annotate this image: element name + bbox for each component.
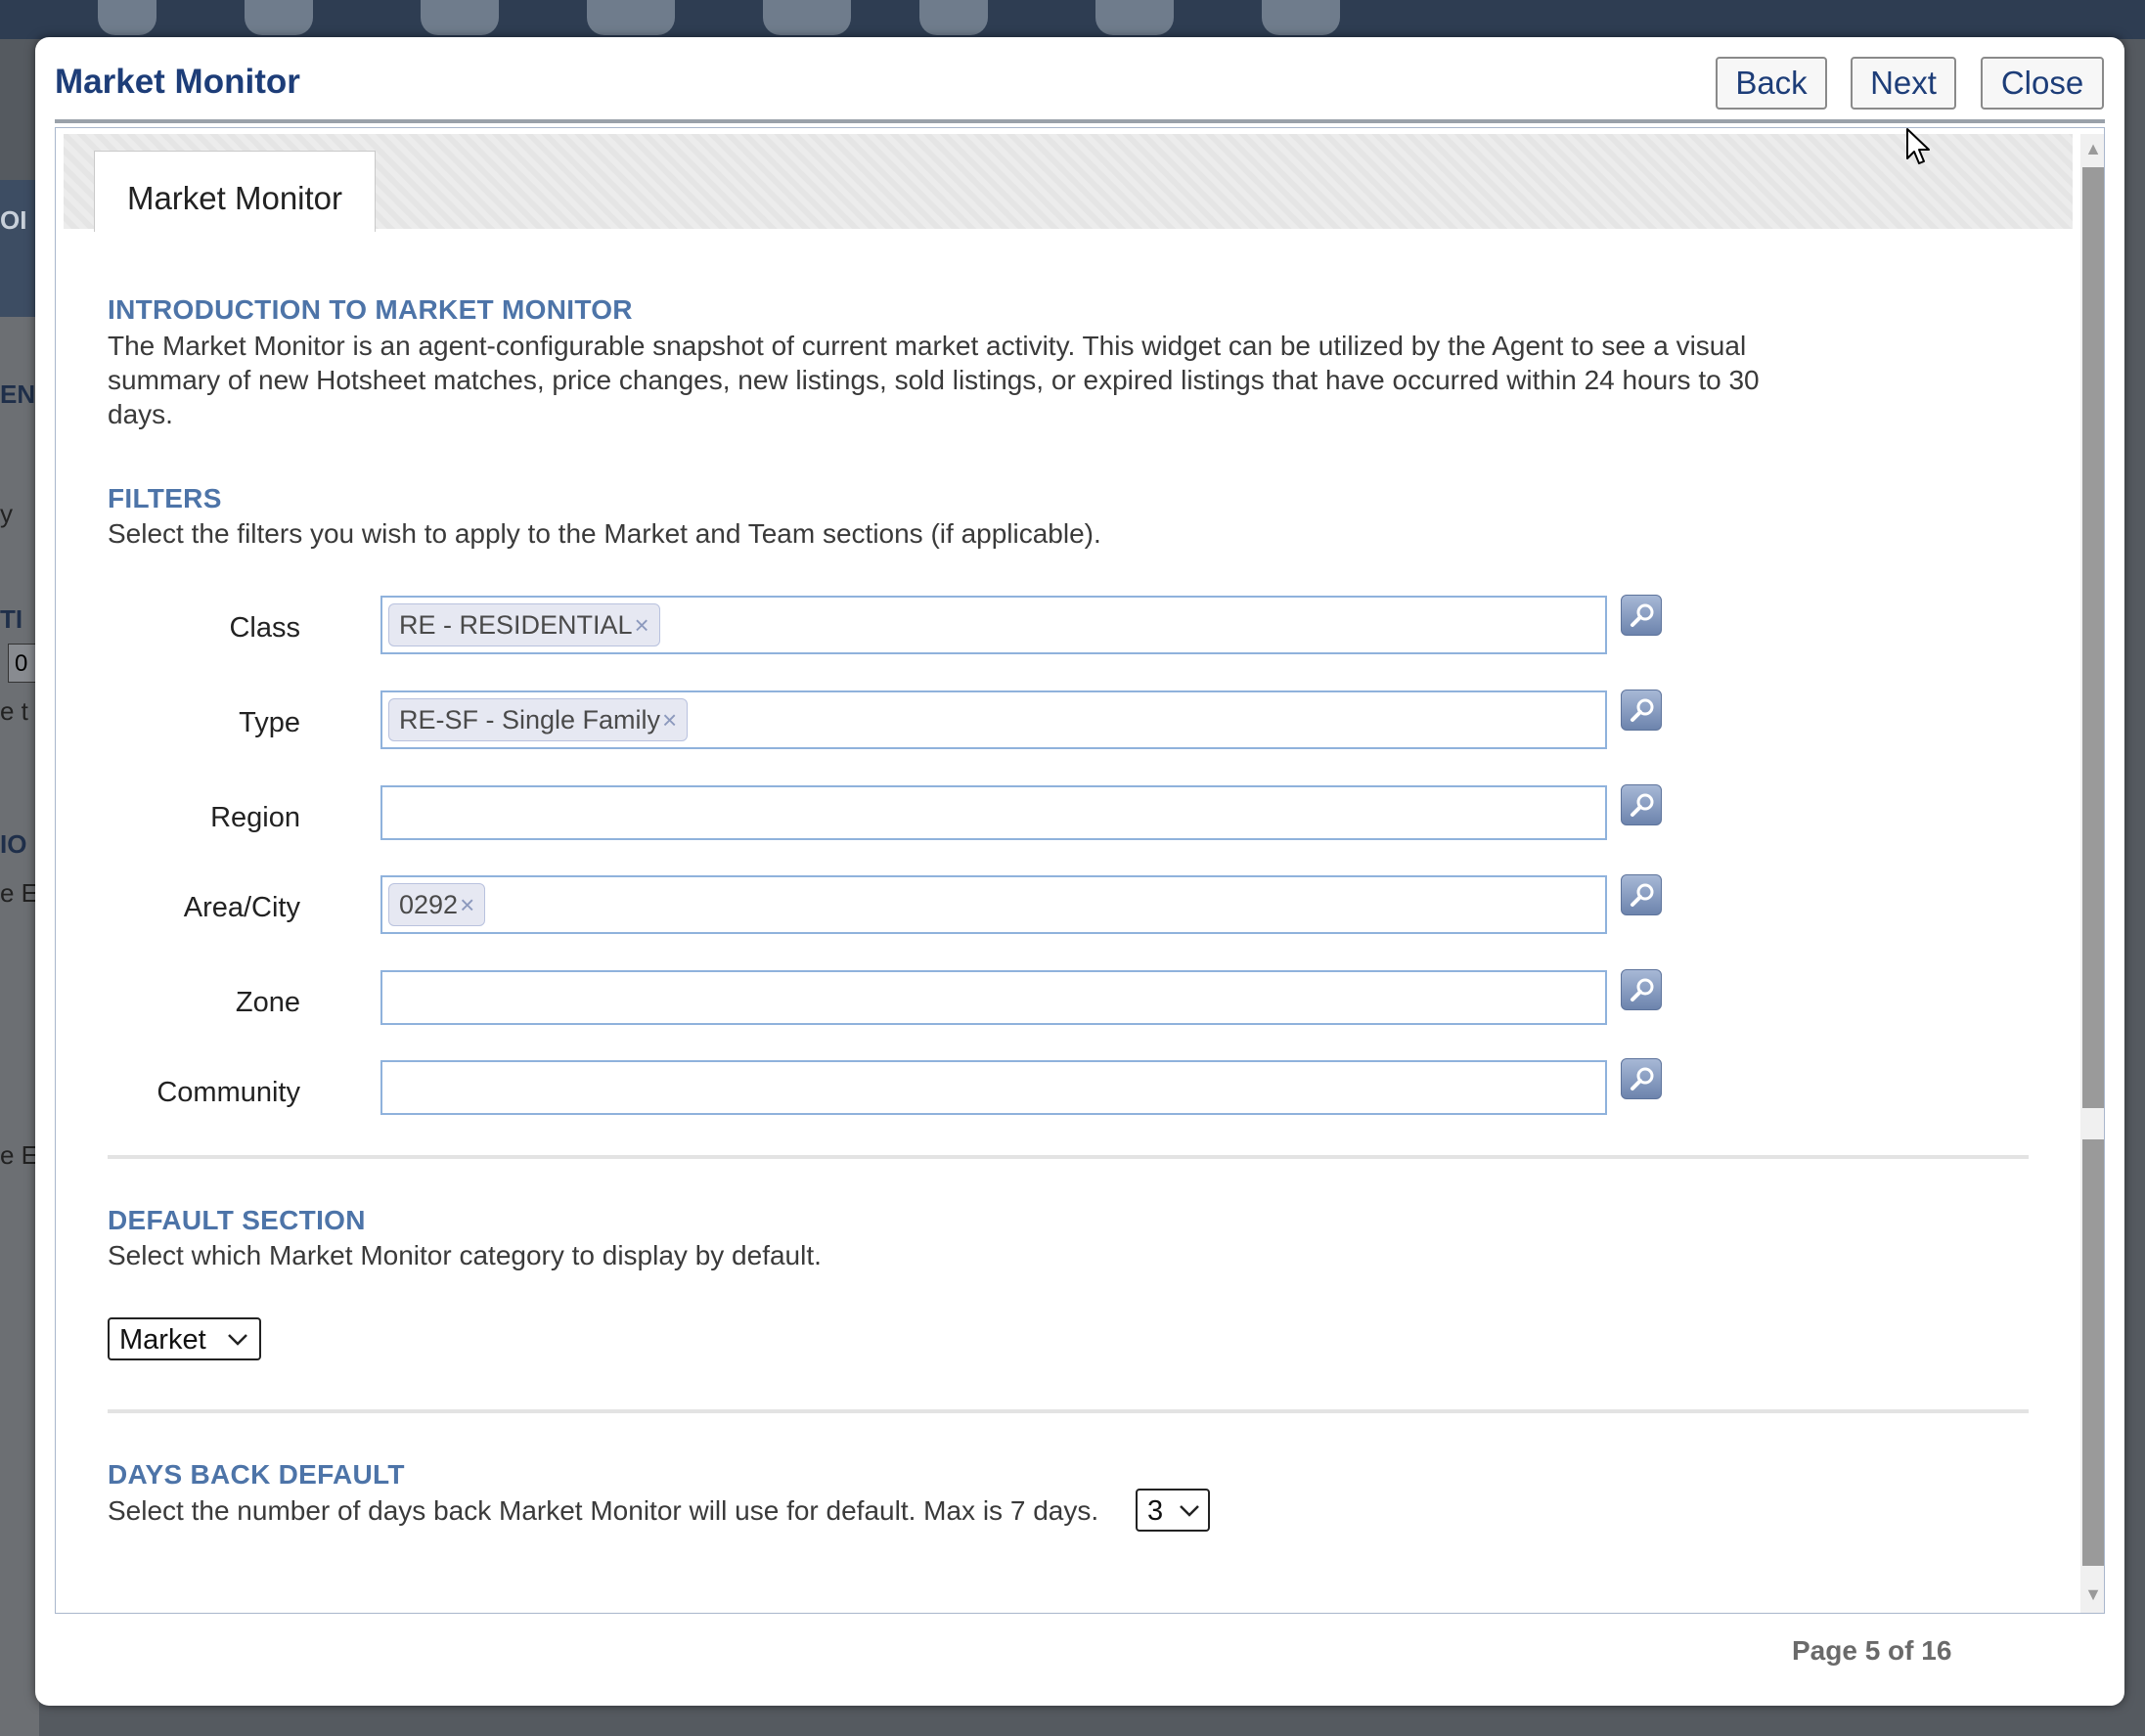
days-back-select[interactable]: 3 — [1136, 1489, 1210, 1532]
region-label: Region — [210, 802, 300, 833]
section-divider — [108, 1155, 2029, 1159]
scrollbar-thumb[interactable] — [2082, 167, 2104, 1566]
region-lookup-button[interactable] — [1621, 784, 1662, 825]
section-divider — [108, 1409, 2029, 1413]
intro-text-line: days. — [108, 399, 173, 429]
background-icon — [919, 0, 988, 35]
class-lookup-button[interactable] — [1621, 595, 1662, 636]
magnifier-icon — [1631, 603, 1654, 627]
background-icon — [421, 0, 499, 35]
background-text: e E — [0, 878, 35, 908]
scroll-down-arrow-icon[interactable]: ▼ — [2082, 1583, 2104, 1605]
close-icon[interactable]: × — [662, 705, 677, 734]
background-input: 0 — [8, 644, 37, 683]
type-label: Type — [239, 707, 300, 738]
class-label: Class — [229, 612, 300, 644]
background-page — [0, 317, 39, 1736]
background-text: e E — [0, 1140, 35, 1170]
default-section-heading: DEFAULT SECTION — [108, 1205, 366, 1235]
zone-label: Zone — [235, 987, 300, 1018]
area-city-lookup-button[interactable] — [1621, 874, 1662, 915]
background-band — [0, 180, 39, 317]
scroll-up-arrow-icon[interactable]: ▲ — [2082, 138, 2104, 159]
chevron-down-icon — [228, 1334, 247, 1346]
intro-text-line: summary of new Hotsheet matches, price c… — [108, 365, 1760, 395]
next-button[interactable]: Next — [1851, 57, 1956, 110]
class-chip: RE - RESIDENTIAL× — [388, 603, 660, 646]
default-section-value: Market — [119, 1324, 206, 1356]
tab-bar: Market Monitor — [64, 134, 2073, 232]
area-city-label: Area/City — [183, 892, 300, 923]
region-input[interactable] — [380, 785, 1607, 840]
magnifier-icon — [1631, 883, 1654, 907]
tab-market-monitor[interactable]: Market Monitor — [94, 151, 376, 232]
type-input[interactable]: RE-SF - Single Family× — [380, 690, 1607, 749]
days-back-description: Select the number of days back Market Mo… — [108, 1495, 1099, 1526]
title-divider — [55, 119, 2105, 123]
intro-heading: INTRODUCTION TO MARKET MONITOR — [108, 294, 633, 325]
days-back-heading: DAYS BACK DEFAULT — [108, 1459, 405, 1490]
background-text: y — [0, 499, 13, 528]
background-text: EN — [0, 379, 35, 409]
chevron-down-icon — [1180, 1505, 1199, 1517]
magnifier-icon — [1631, 1067, 1654, 1091]
close-button[interactable]: Close — [1981, 57, 2104, 110]
chip-text: RE - RESIDENTIAL — [399, 610, 633, 640]
background-text: TI — [0, 604, 23, 634]
background-text: IO — [0, 829, 27, 859]
filters-heading: FILTERS — [108, 483, 222, 513]
magnifier-icon — [1631, 698, 1654, 722]
content-panel: Market Monitor INTRODUCTION TO MARKET MO… — [55, 127, 2105, 1614]
community-input[interactable] — [380, 1060, 1607, 1115]
background-icon — [587, 0, 675, 35]
back-button[interactable]: Back — [1716, 57, 1827, 110]
filters-description: Select the filters you wish to apply to … — [108, 518, 1101, 549]
default-section-description: Select which Market Monitor category to … — [108, 1240, 822, 1270]
days-back-value: 3 — [1147, 1495, 1164, 1527]
page-indicator: Page 5 of 16 — [1792, 1635, 1952, 1666]
scrollbar-gap — [2082, 1108, 2104, 1139]
background-icon — [1095, 0, 1174, 35]
area-city-chip: 0292× — [388, 883, 486, 926]
background-toolbar — [0, 0, 2145, 39]
background-text: OI — [0, 205, 27, 235]
class-input[interactable]: RE - RESIDENTIAL× — [380, 596, 1607, 654]
mouse-pointer-icon — [1906, 128, 1930, 164]
community-label: Community — [156, 1077, 300, 1108]
chip-text: RE-SF - Single Family — [399, 705, 661, 734]
chip-text: 0292 — [399, 890, 459, 919]
magnifier-icon — [1631, 978, 1654, 1002]
magnifier-icon — [1631, 793, 1654, 817]
default-section-select[interactable]: Market — [108, 1317, 261, 1360]
zone-lookup-button[interactable] — [1621, 969, 1662, 1010]
dialog-title: Market Monitor — [55, 63, 300, 101]
type-lookup-button[interactable] — [1621, 690, 1662, 731]
type-chip: RE-SF - Single Family× — [388, 698, 689, 741]
area-city-input[interactable]: 0292× — [380, 875, 1607, 934]
intro-text-line: The Market Monitor is an agent-configura… — [108, 331, 1747, 361]
close-icon[interactable]: × — [460, 890, 474, 919]
market-monitor-dialog: Market Monitor Back Next Close Market Mo… — [35, 37, 2124, 1706]
community-lookup-button[interactable] — [1621, 1058, 1662, 1099]
background-icon — [98, 0, 156, 35]
zone-input[interactable] — [380, 970, 1607, 1025]
close-icon[interactable]: × — [635, 610, 649, 640]
background-icon — [1262, 0, 1340, 35]
background-icon — [763, 0, 851, 35]
background-text: e t — [0, 696, 28, 726]
background-icon — [245, 0, 313, 35]
